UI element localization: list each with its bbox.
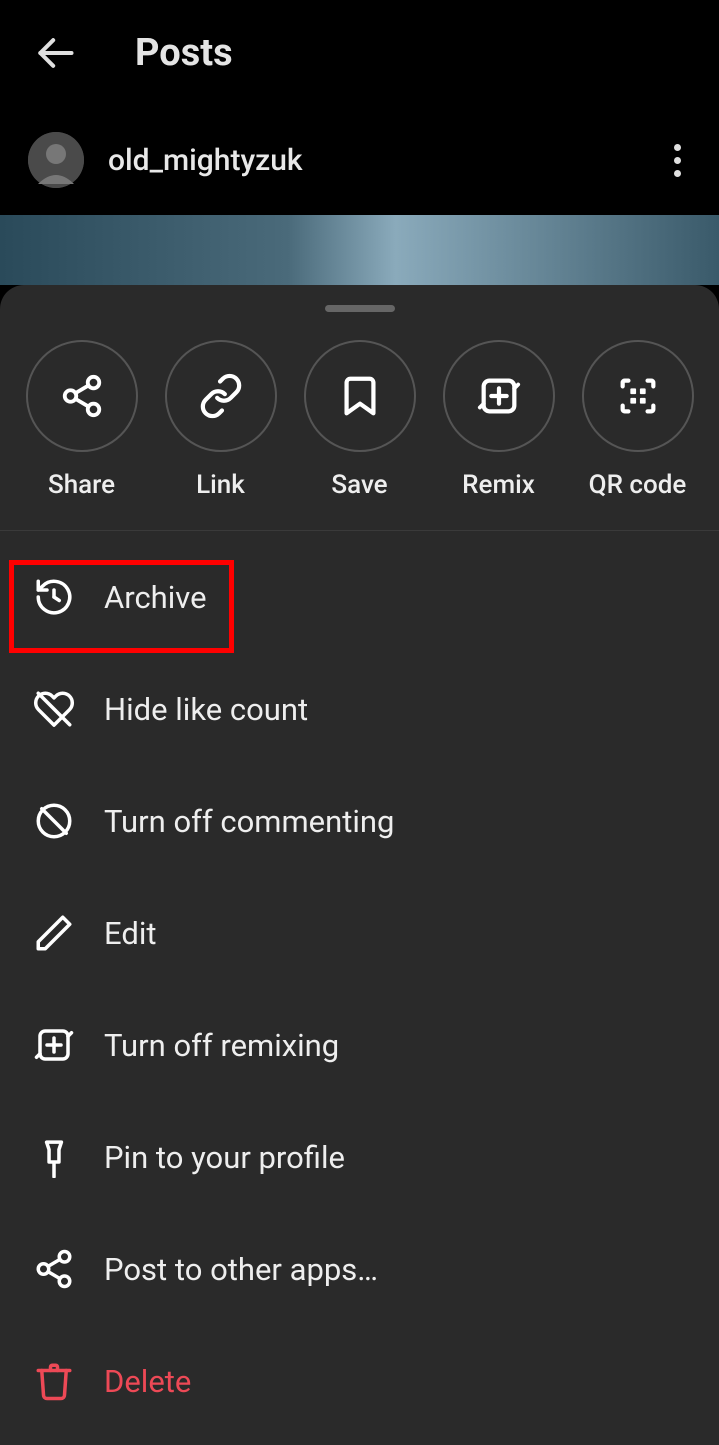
share-apps-icon [33,1248,75,1290]
back-arrow-icon [33,31,77,75]
share-label: Share [48,470,115,500]
pin-profile-item[interactable]: Pin to your profile [0,1101,719,1213]
link-label: Link [196,470,245,500]
archive-item[interactable]: Archive [0,541,719,653]
pin-icon [33,1136,75,1178]
qr-label: QR code [589,470,687,500]
save-icon [337,373,383,419]
post-image-preview [0,215,719,285]
menu-list: Archive Hide like count Turn off comment… [0,531,719,1437]
turn-off-remixing-label: Turn off remixing [104,1027,339,1064]
remix-icon [476,373,522,419]
hide-likes-icon [33,688,75,730]
share-icon [59,373,105,419]
delete-item[interactable]: Delete [0,1325,719,1437]
hide-likes-item[interactable]: Hide like count [0,653,719,765]
remix-off-icon [33,1024,75,1066]
delete-icon [33,1360,75,1402]
save-action[interactable]: Save [304,340,416,500]
more-dots-icon [674,144,681,177]
more-options-button[interactable] [664,134,691,187]
remix-label: Remix [462,470,535,500]
post-other-apps-item[interactable]: Post to other apps… [0,1213,719,1325]
delete-label: Delete [104,1363,191,1400]
link-action[interactable]: Link [165,340,277,500]
turn-off-commenting-label: Turn off commenting [104,803,394,840]
comment-off-icon [33,800,75,842]
share-action[interactable]: Share [26,340,138,500]
hide-likes-label: Hide like count [104,691,308,728]
avatar-placeholder-icon [28,132,84,188]
pin-profile-label: Pin to your profile [104,1139,345,1176]
edit-label: Edit [104,915,157,952]
bottom-sheet: Share Link Save [0,285,719,1445]
post-other-apps-label: Post to other apps… [104,1251,378,1288]
page-header: Posts [0,0,719,105]
username[interactable]: old_mightyzuk [108,143,303,178]
archive-icon [33,576,75,618]
link-icon [198,373,244,419]
drag-handle[interactable] [325,305,395,312]
qr-code-icon [615,373,661,419]
remix-action[interactable]: Remix [443,340,555,500]
save-label: Save [331,470,387,500]
back-button[interactable] [30,28,80,78]
avatar[interactable] [28,132,84,188]
turn-off-remixing-item[interactable]: Turn off remixing [0,989,719,1101]
post-header: old_mightyzuk [0,105,719,215]
quick-actions-row: Share Link Save [0,340,719,531]
edit-item[interactable]: Edit [0,877,719,989]
page-title: Posts [135,31,233,75]
turn-off-commenting-item[interactable]: Turn off commenting [0,765,719,877]
qr-code-action[interactable]: QR code [582,340,694,500]
edit-icon [33,912,75,954]
archive-label: Archive [104,579,207,616]
